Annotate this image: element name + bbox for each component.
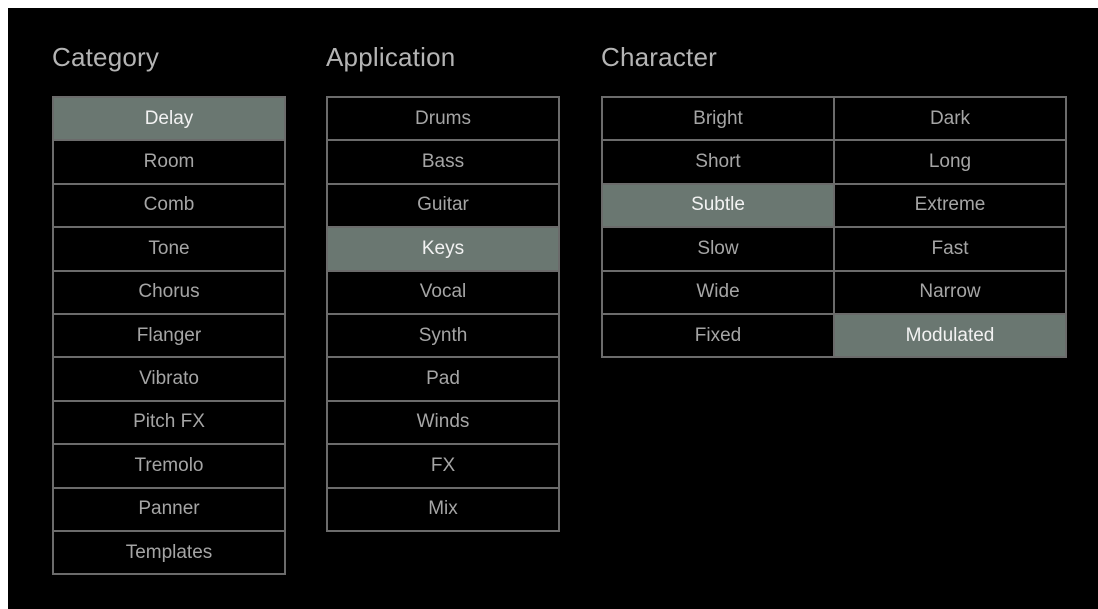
character-item-short[interactable]: Short [603, 141, 833, 183]
character-heading: Character [601, 42, 717, 72]
application-item-fx[interactable]: FX [328, 445, 558, 487]
character-item-modulated[interactable]: Modulated [835, 314, 1065, 357]
character-item-long[interactable]: Long [835, 141, 1065, 183]
character-item-wide[interactable]: Wide [603, 271, 833, 313]
character-item-fixed[interactable]: Fixed [603, 314, 833, 357]
application-item-guitar[interactable]: Guitar [328, 184, 558, 227]
application-item-drums[interactable]: Drums [328, 98, 558, 140]
application-item-pad[interactable]: Pad [328, 358, 558, 400]
category-item-flanger[interactable]: Flanger [54, 314, 284, 357]
category-item-tone[interactable]: Tone [54, 228, 284, 270]
category-item-panner[interactable]: Panner [54, 488, 284, 530]
category-list: Delay Room Comb Tone Chorus Flanger Vibr… [52, 96, 286, 576]
category-item-room[interactable]: Room [54, 141, 284, 183]
browser-panel: Category Delay Room Comb Tone Chorus Fla… [8, 8, 1098, 609]
character-item-subtle[interactable]: Subtle [603, 184, 833, 227]
character-item-bright[interactable]: Bright [603, 98, 833, 140]
character-item-slow[interactable]: Slow [603, 228, 833, 270]
character-item-dark[interactable]: Dark [835, 98, 1065, 140]
character-item-fast[interactable]: Fast [835, 228, 1065, 270]
character-grid: Bright Dark Short Long Subtle Extreme Sl… [601, 96, 1067, 359]
application-list: Drums Bass Guitar Keys Vocal Synth Pad W… [326, 96, 560, 532]
application-item-synth[interactable]: Synth [328, 314, 558, 357]
application-item-bass[interactable]: Bass [328, 141, 558, 183]
character-item-extreme[interactable]: Extreme [835, 184, 1065, 227]
category-item-comb[interactable]: Comb [54, 184, 284, 227]
category-heading: Category [52, 42, 160, 72]
application-item-mix[interactable]: Mix [328, 488, 558, 530]
category-item-pitch-fx[interactable]: Pitch FX [54, 401, 284, 444]
category-item-vibrato[interactable]: Vibrato [54, 358, 284, 400]
application-item-winds[interactable]: Winds [328, 401, 558, 444]
character-item-narrow[interactable]: Narrow [835, 271, 1065, 313]
application-item-keys[interactable]: Keys [328, 228, 558, 270]
category-item-templates[interactable]: Templates [54, 531, 284, 574]
category-item-chorus[interactable]: Chorus [54, 271, 284, 313]
application-item-vocal[interactable]: Vocal [328, 271, 558, 313]
category-item-delay[interactable]: Delay [54, 98, 284, 140]
category-item-tremolo[interactable]: Tremolo [54, 445, 284, 487]
application-heading: Application [326, 42, 456, 72]
